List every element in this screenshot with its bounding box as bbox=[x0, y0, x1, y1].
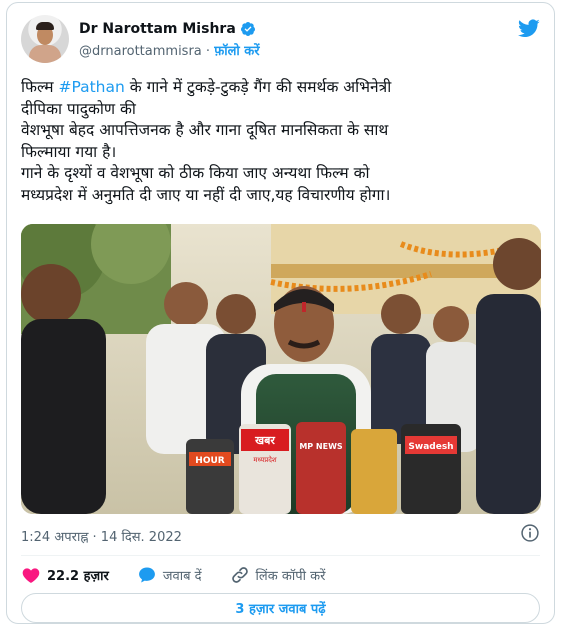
divider bbox=[21, 555, 540, 556]
tweet-text: फिल्म #Pathan के गाने में टुकड़े-टुकड़े … bbox=[21, 77, 541, 206]
tweet-text-body: दीपिका पादुकोण की वेशभूषा बेहद आपत्तिजनक… bbox=[21, 99, 391, 204]
tweet-actions: 22.2 हज़ार जवाब दें लिंक कॉपी करें bbox=[21, 565, 353, 585]
like-button[interactable]: 22.2 हज़ार bbox=[21, 565, 109, 585]
copy-link-button[interactable]: लिंक कॉपी करें bbox=[230, 565, 326, 585]
reply-button[interactable]: जवाब दें bbox=[137, 565, 202, 585]
twitter-bird-icon[interactable] bbox=[518, 17, 540, 39]
separator-dot: · bbox=[205, 44, 211, 59]
mic-label-khabar-sub: मध्यप्रदेश bbox=[253, 455, 277, 464]
tweet-timestamp[interactable]: 1:24 अपराह्न · 14 दिस. 2022 bbox=[21, 527, 182, 545]
tweet-text-line1-rest: के गाने में टुकड़े-टुकड़े गैंग की समर्थक… bbox=[124, 78, 392, 96]
author-display-name[interactable]: Dr Narottam Mishra bbox=[79, 21, 236, 37]
hashtag-pathan[interactable]: #Pathan bbox=[58, 78, 124, 96]
verified-badge-icon bbox=[240, 22, 255, 36]
mic-label-khabar: खबर bbox=[254, 434, 275, 447]
follow-button[interactable]: फ़ॉलो करें bbox=[214, 44, 259, 59]
like-count: 22.2 हज़ार bbox=[47, 569, 109, 584]
press-scene-illustration: HOUR खबर मध्यप्रदेश MP NEWS Swadesh bbox=[21, 224, 541, 514]
mic-label-mpnews: MP NEWS bbox=[299, 442, 343, 451]
reply-bubble-icon bbox=[138, 567, 155, 583]
tweet-media-image[interactable]: HOUR खबर मध्यप्रदेश MP NEWS Swadesh bbox=[21, 224, 541, 514]
mic-label-hour: HOUR bbox=[195, 456, 224, 466]
reply-label: जवाब दें bbox=[162, 569, 202, 584]
author-handle[interactable]: @drnarottammisra bbox=[79, 44, 202, 59]
tweet-card: Dr Narottam Mishra @drnarottammisra · फ़… bbox=[6, 2, 555, 624]
info-icon[interactable] bbox=[520, 523, 540, 543]
tweet-text-start: फिल्म bbox=[21, 78, 59, 96]
read-replies-button[interactable]: 3 हज़ार जवाब पढ़ें bbox=[21, 593, 540, 623]
copy-link-label: लिंक कॉपी करें bbox=[255, 569, 326, 584]
mic-label-swadesh: Swadesh bbox=[408, 442, 453, 452]
author-info: Dr Narottam Mishra @drnarottammisra · फ़… bbox=[79, 21, 260, 59]
heart-icon bbox=[22, 568, 40, 583]
author-avatar[interactable] bbox=[21, 15, 69, 63]
link-icon bbox=[231, 567, 248, 583]
tweet-header: Dr Narottam Mishra @drnarottammisra · फ़… bbox=[21, 15, 540, 63]
